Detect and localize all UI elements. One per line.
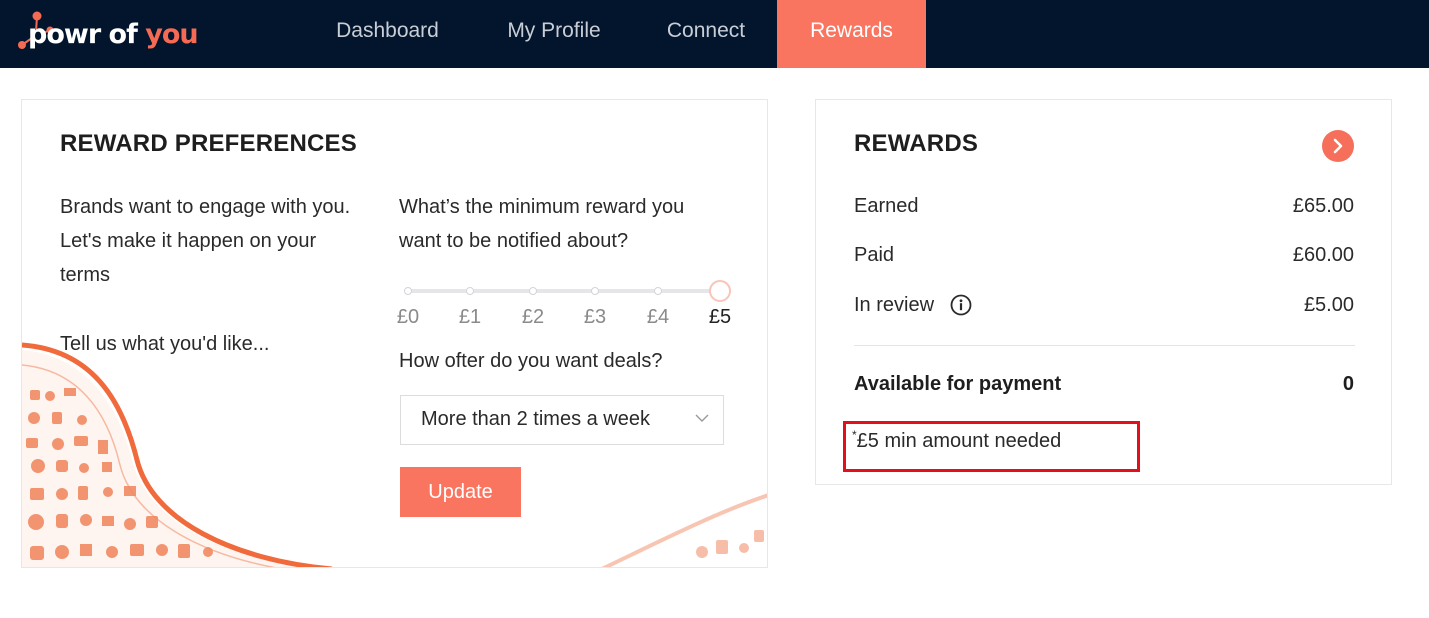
logo-text-you: you	[145, 19, 198, 50]
in-review-label: In review	[854, 294, 935, 316]
in-review-value: £5.00	[1303, 294, 1354, 316]
available-for-payment-label: Available for payment	[854, 373, 1062, 395]
rewards-divider	[854, 345, 1355, 346]
frequency-question: How ofter do you want deals?	[399, 350, 663, 372]
info-icon[interactable]	[950, 294, 972, 316]
min-amount-note-text: £5 min amount needed	[856, 430, 1062, 452]
slider-tick-4[interactable]	[654, 287, 662, 295]
update-button[interactable]: Update	[400, 467, 521, 517]
paid-label: Paid	[854, 244, 895, 266]
intro-text-line2: Let's make it happen on your	[60, 230, 317, 252]
intro-text-line3: terms	[60, 264, 110, 286]
reward-preferences-title: REWARD PREFERENCES	[60, 130, 357, 157]
available-for-payment-value: 0	[1342, 373, 1354, 395]
chevron-down-icon	[695, 414, 709, 422]
logo-text-powr: powr of	[28, 19, 146, 50]
logo-text: powr of you	[28, 19, 199, 50]
rewards-next-button[interactable]	[1322, 130, 1354, 162]
tell-us-text: Tell us what you'd like...	[60, 333, 270, 355]
slider-label-5: £5	[708, 306, 732, 328]
slider-label-4: £4	[646, 306, 670, 328]
nav-connect[interactable]: Connect	[646, 0, 766, 68]
chevron-right-icon	[1333, 138, 1343, 154]
slider-tick-1[interactable]	[466, 287, 474, 295]
nav-rewards[interactable]: Rewards	[777, 0, 926, 68]
nav-my-profile[interactable]: My Profile	[484, 0, 624, 68]
min-reward-question-line1: What’s the minimum reward you	[399, 196, 685, 218]
logo[interactable]: powr of you	[14, 8, 204, 60]
slider-tick-2[interactable]	[529, 287, 537, 295]
top-navbar: powr of you Dashboard My Profile Connect…	[0, 0, 1429, 68]
slider-label-1: £1	[458, 306, 482, 328]
rewards-title: REWARDS	[854, 130, 979, 157]
frequency-select[interactable]: More than 2 times a week	[400, 395, 724, 445]
slider-label-3: £3	[583, 306, 607, 328]
paid-value: £60.00	[1292, 244, 1354, 266]
slider-tick-0[interactable]	[404, 287, 412, 295]
min-reward-question-line2: want to be notified about?	[399, 230, 629, 252]
slider-label-0: £0	[396, 306, 420, 328]
slider-tick-3[interactable]	[591, 287, 599, 295]
min-reward-slider[interactable]	[408, 289, 722, 293]
intro-text-line1: Brands want to engage with you.	[60, 196, 351, 218]
note-asterisk: *	[852, 428, 857, 442]
frequency-select-value: More than 2 times a week	[421, 408, 650, 430]
slider-label-2: £2	[521, 306, 545, 328]
earned-label: Earned	[854, 195, 919, 217]
nav-dashboard[interactable]: Dashboard	[314, 0, 461, 68]
reward-preferences-card: REWARD PREFERENCES Brands want to engage…	[21, 99, 768, 568]
earned-value: £65.00	[1292, 195, 1354, 217]
min-amount-note: *£5 min amount needed	[852, 428, 1062, 453]
slider-handle[interactable]	[709, 280, 731, 302]
